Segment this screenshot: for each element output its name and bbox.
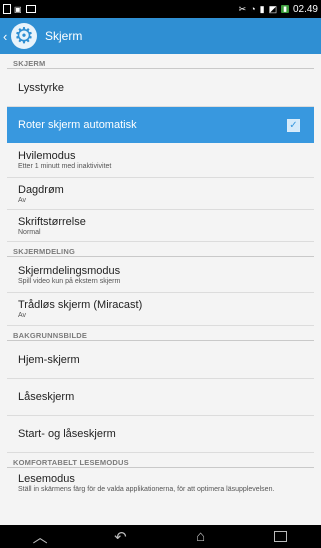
list-item-lysstyrke[interactable]: Lysstyrke [7, 69, 314, 107]
status-left-icons: ▣ [0, 4, 36, 14]
section-header-skjermdeling: SKJERMDELING [7, 242, 314, 257]
page-title: Skjerm [45, 29, 83, 43]
settings-list: SKJERM Lysstyrke Roter skjerm automatisk… [7, 54, 314, 505]
item-title: Trådløs skjerm (Miracast) [18, 299, 143, 311]
item-title: Start- og låseskjerm [18, 428, 116, 440]
sim-icon: ▣ [14, 4, 22, 14]
status-time: 02.49 [292, 3, 318, 15]
section-header-bakgrunnsbilde: BAKGRUNNSBILDE [7, 326, 314, 341]
navigation-bar: ︿ ↶ ⌂ [0, 525, 321, 548]
list-item-skjermdelingsmodus[interactable]: Skjermdelingsmodus Spill video kun på ek… [7, 257, 314, 293]
list-item-hjem-skjerm[interactable]: Hjem-skjerm [7, 341, 314, 379]
item-title: Skjermdelingsmodus [18, 264, 121, 277]
section-header-skjerm: SKJERM [7, 54, 314, 69]
item-subtitle: Spill video kun på ekstern skjerm [18, 277, 121, 285]
list-item-start-og-laseskjerm[interactable]: Start- og låseskjerm [7, 416, 314, 453]
home-icon[interactable]: ⌂ [181, 528, 221, 545]
item-subtitle: Normal [18, 228, 41, 236]
no-sim-icon: ◩ [268, 3, 278, 14]
item-subtitle: Etter 1 minutt med inaktivivitet [18, 163, 112, 170]
list-item-roter-skjerm[interactable]: Roter skjerm automatisk ✓ [7, 107, 314, 143]
item-title: Låseskjerm [18, 391, 75, 403]
action-bar: ‹ ⚙ Skjerm [0, 18, 321, 54]
item-title: Skriftstørrelse [18, 215, 86, 228]
recent-apps-icon[interactable] [261, 531, 301, 542]
wifi-icon: ◔ [250, 4, 256, 14]
item-title: Hjem-skjerm [18, 353, 80, 366]
tools-icon: ✂ [238, 3, 247, 14]
section-header-komfortabelt: KOMFORTABELT LESEMODUS [7, 453, 314, 468]
status-bar: ▣ ✂ ◔ ▮ ◩ ▮ 02.49 [0, 0, 321, 18]
collapse-icon[interactable]: ︿ [20, 526, 60, 547]
back-icon[interactable]: ↶ [100, 528, 140, 546]
signal-icon: ▮ [259, 3, 265, 14]
item-subtitle: Av [18, 312, 27, 319]
item-title: Lysstyrke [18, 81, 65, 94]
item-title: Lesemodus [18, 473, 75, 485]
settings-gear-icon[interactable]: ⚙ [11, 23, 37, 49]
list-item-skriftstorrelse[interactable]: Skriftstørrelse Normal [7, 210, 314, 242]
list-item-laseskjerm[interactable]: Låseskjerm [7, 379, 314, 416]
item-subtitle: Av [18, 196, 27, 204]
list-item-dagdrom[interactable]: Dagdrøm Av [7, 178, 314, 210]
item-title: Roter skjerm automatisk [18, 118, 137, 131]
file-icon [3, 4, 11, 14]
battery-icon: ▮ [281, 5, 289, 13]
auto-rotate-checkbox[interactable]: ✓ [287, 118, 300, 132]
item-title: Dagdrøm [18, 183, 64, 196]
back-chevron-icon[interactable]: ‹ [3, 29, 11, 44]
list-item-lesemodus[interactable]: Lesemodus Ställ in skärmens färg för de … [7, 468, 314, 505]
status-right-icons: ✂ ◔ ▮ ◩ ▮ 02.49 [239, 4, 321, 15]
list-item-tradlos-skjerm[interactable]: Trådløs skjerm (Miracast) Av [7, 293, 314, 326]
list-item-hvilemodus[interactable]: Hvilemodus Etter 1 minutt med inaktivivi… [7, 143, 314, 178]
item-subtitle: Ställ in skärmens färg för de valda appl… [18, 486, 275, 493]
item-title: Hvilemodus [18, 150, 76, 162]
image-icon [26, 5, 36, 13]
